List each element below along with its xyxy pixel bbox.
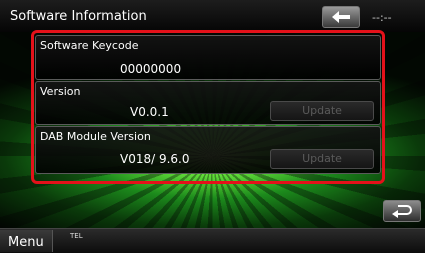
version-update-button[interactable]: Update xyxy=(270,101,374,121)
return-button[interactable] xyxy=(383,200,421,222)
dab-module-version-value: V018/ 9.6.0 xyxy=(120,152,190,166)
software-keycode-value: 00000000 xyxy=(120,62,182,76)
bottom-bar: Menu TEL xyxy=(0,228,425,253)
title-bar: Software Information --:-- xyxy=(0,0,425,32)
version-label: Version xyxy=(40,85,81,98)
dab-module-version-label: DAB Module Version xyxy=(40,130,151,143)
menu-button[interactable]: Menu xyxy=(0,230,53,252)
back-button[interactable] xyxy=(322,6,360,28)
tel-indicator: TEL xyxy=(70,232,83,240)
version-value: V0.0.1 xyxy=(130,105,169,119)
menu-label: Menu xyxy=(8,235,44,250)
dab-module-version-section: DAB Module Version V018/ 9.6.0 Update xyxy=(35,126,381,174)
back-arrow-icon xyxy=(332,11,350,23)
page-title: Software Information xyxy=(10,9,147,24)
software-keycode-section: Software Keycode 00000000 xyxy=(35,35,381,80)
software-keycode-label: Software Keycode xyxy=(40,39,139,52)
clock: --:-- xyxy=(372,11,392,24)
return-icon xyxy=(392,205,412,218)
dab-update-button[interactable]: Update xyxy=(270,149,374,169)
version-section: Version V0.0.1 Update xyxy=(35,81,381,125)
